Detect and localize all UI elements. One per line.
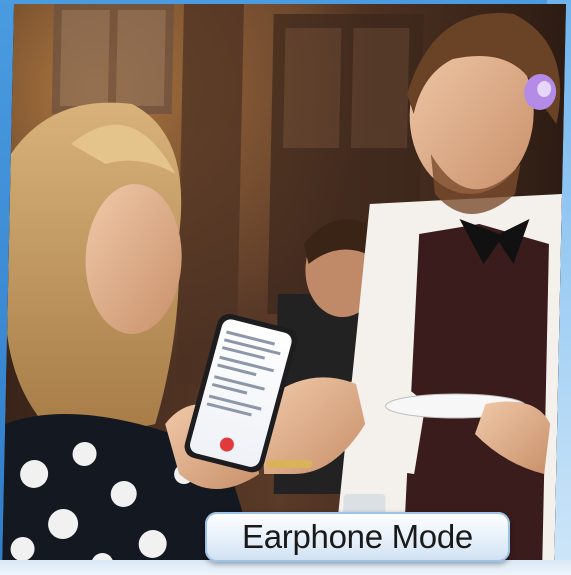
mode-caption-text: Earphone Mode [242, 518, 473, 555]
restaurant-scene [2, 4, 566, 575]
promo-photo [2, 4, 566, 575]
mode-caption-badge: Earphone Mode [205, 512, 510, 562]
bottom-bar [0, 560, 571, 575]
bracelet [266, 460, 313, 468]
